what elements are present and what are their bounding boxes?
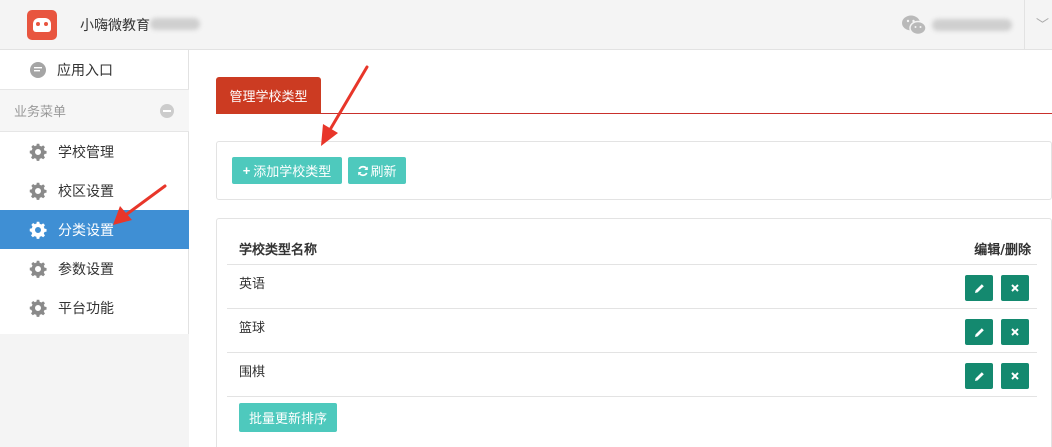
school-type-name: 英语	[239, 277, 266, 292]
delete-button[interactable]	[1001, 319, 1029, 345]
sidebar-item-school-management[interactable]: 学校管理	[0, 132, 189, 171]
gear-icon	[29, 143, 47, 161]
edit-button[interactable]	[965, 363, 993, 389]
add-school-type-button[interactable]: + 添加学校类型	[232, 157, 342, 184]
app-title: 小嗨微教育	[80, 18, 150, 34]
action-panel: + 添加学校类型 刷新	[216, 141, 1052, 200]
column-header-actions: 编辑/删除	[974, 243, 1031, 258]
app-entry-label: 应用入口	[57, 62, 113, 79]
plus-icon: +	[242, 163, 251, 178]
refresh-button[interactable]: 刷新	[348, 157, 406, 184]
sidebar-item-label: 分类设置	[58, 222, 114, 239]
chevron-down-icon[interactable]: ﹀	[1036, 14, 1049, 33]
sidebar-item-label: 平台功能	[58, 300, 114, 317]
sidebar-menu: 学校管理 校区设置 分类设置 参数设置 平台功能	[0, 132, 189, 327]
top-header: 小嗨微教育 ﹀	[0, 0, 1052, 50]
sidebar-app-entry[interactable]: 应用入口	[0, 50, 189, 90]
table-row: 英语	[227, 265, 1037, 309]
sidebar-empty-area	[0, 334, 189, 447]
header-divider	[1024, 0, 1025, 50]
add-button-label: 添加学校类型	[253, 164, 332, 179]
redacted-title-suffix	[150, 18, 200, 30]
edit-button[interactable]	[965, 319, 993, 345]
business-menu-header[interactable]: 业务菜单	[0, 90, 189, 132]
section-title: 业务菜单	[14, 105, 67, 120]
table-row: 围棋	[227, 353, 1037, 397]
gear-icon	[29, 299, 47, 317]
app-logo[interactable]	[27, 10, 57, 40]
close-icon	[1011, 328, 1019, 336]
pencil-icon	[974, 283, 984, 293]
tab-bar: 管理学校类型	[216, 77, 1052, 114]
school-type-table: 学校类型名称 编辑/删除 英语 篮球 围棋 批量更新排序	[216, 218, 1052, 447]
refresh-icon	[358, 165, 369, 176]
main-content: 管理学校类型 + 添加学校类型 刷新 学校类型名称 编辑/删除 英语 篮球 围棋…	[190, 50, 1052, 447]
school-type-name: 篮球	[239, 321, 266, 336]
refresh-button-label: 刷新	[370, 164, 397, 179]
redacted-username[interactable]	[932, 19, 1012, 31]
robot-icon	[33, 18, 51, 32]
sidebar-item-campus-settings[interactable]: 校区设置	[0, 171, 189, 210]
sidebar-item-label: 参数设置	[58, 261, 114, 278]
pencil-icon	[974, 327, 984, 337]
sidebar: 应用入口 业务菜单 学校管理 校区设置 分类设置 参数设置 平台功能	[0, 50, 189, 447]
school-type-name: 围棋	[239, 365, 266, 380]
gear-icon	[29, 221, 47, 239]
sidebar-item-platform-functions[interactable]: 平台功能	[0, 288, 189, 327]
batch-update-sort-button[interactable]: 批量更新排序	[239, 403, 337, 432]
chat-bubble-icon	[30, 61, 46, 78]
close-icon	[1011, 284, 1019, 292]
table-header: 学校类型名称 编辑/删除	[227, 219, 1037, 265]
sidebar-item-parameter-settings[interactable]: 参数设置	[0, 249, 189, 288]
wechat-icon[interactable]	[901, 14, 927, 36]
pencil-icon	[974, 371, 984, 381]
sidebar-item-label: 学校管理	[58, 144, 114, 161]
delete-button[interactable]	[1001, 275, 1029, 301]
column-header-name: 学校类型名称	[239, 243, 318, 258]
delete-button[interactable]	[1001, 363, 1029, 389]
gear-icon	[29, 182, 47, 200]
table-row: 篮球	[227, 309, 1037, 353]
collapse-icon[interactable]	[160, 104, 174, 118]
sidebar-item-category-settings[interactable]: 分类设置	[0, 210, 189, 249]
close-icon	[1011, 372, 1019, 380]
sidebar-item-label: 校区设置	[58, 183, 114, 200]
edit-button[interactable]	[965, 275, 993, 301]
tab-manage-school-types[interactable]: 管理学校类型	[216, 77, 321, 114]
gear-icon	[29, 260, 47, 278]
